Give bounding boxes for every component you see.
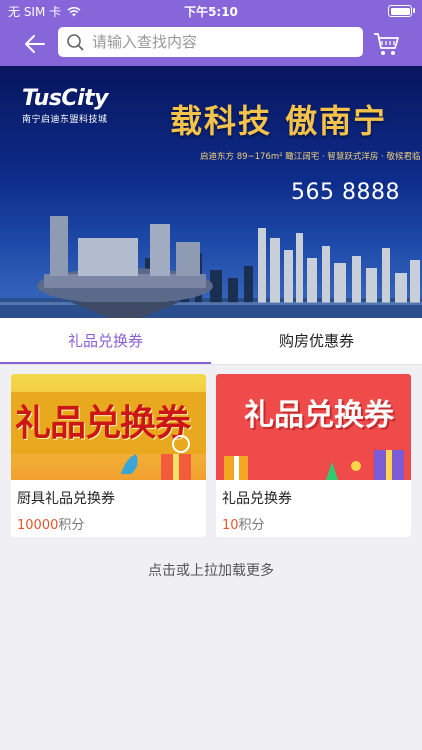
product-points: 10000积分 [17,514,84,533]
battery-icon [388,5,415,17]
product-card[interactable]: 礼品兑换券 礼品兑换券 10积分 [216,374,411,537]
banner-tagline: 启迪东方 89~176m² 瞰江阔宅 · 智慧跃式洋房 · 敬候君临 [200,152,421,162]
brand-logo: TusCity [22,86,108,111]
voucher-image: 礼品兑换券 [216,374,411,480]
floating-city-image [37,216,213,318]
points-unit: 积分 [238,518,265,533]
search-icon [67,34,84,51]
product-title: 厨具礼品兑换券 [17,491,115,507]
tab-housing-coupon[interactable]: 购房优惠券 [211,318,422,364]
search-input[interactable] [90,32,354,52]
points-unit: 积分 [58,518,85,533]
points-value: 10000 [17,518,59,533]
shopping-cart-icon[interactable] [372,30,400,58]
banner-headline: 载科技 傲南宁 [170,102,388,140]
nav-bar [0,22,422,66]
voucher-image: 礼品兑换券 [11,374,206,480]
banner-phone: 565 8888 [291,180,400,205]
coupon-tabs: 礼品兑换券 购房优惠券 [0,318,422,365]
tab-gift-voucher[interactable]: 礼品兑换券 [0,318,211,364]
product-title: 礼品兑换券 [222,491,292,507]
brand-subtitle: 南宁启迪东盟科技城 [22,115,108,125]
gift-decoration-icon [121,435,191,480]
back-arrow-icon[interactable] [22,32,48,56]
points-value: 10 [222,518,239,533]
status-bar: 无 SIM 卡 下午5:10 [0,0,422,22]
promo-banner[interactable]: TusCity 南宁启迪东盟科技城 载科技 傲南宁 启迪东方 89~176m² … [0,66,422,318]
status-time: 下午5:10 [184,5,238,19]
search-box[interactable] [58,27,363,57]
load-more-link[interactable]: 点击或上拉加载更多 [0,560,422,580]
product-points: 10积分 [222,514,265,533]
gift-decoration-icon [224,450,404,480]
product-card[interactable]: 礼品兑换券 厨具礼品兑换券 10000积分 [11,374,206,537]
